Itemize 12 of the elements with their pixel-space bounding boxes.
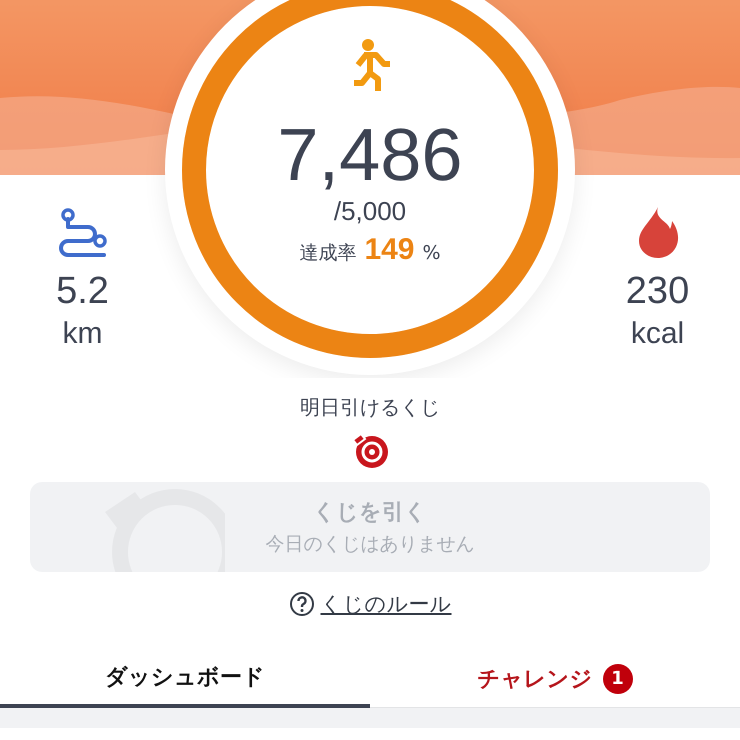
distance-value: 5.2	[56, 269, 109, 313]
step-count: 7,486	[277, 115, 463, 195]
rate-label: 達成率	[299, 241, 356, 266]
calories-value: 230	[626, 269, 690, 313]
calories-unit: kcal	[630, 316, 684, 352]
count-badge: 1	[602, 664, 632, 694]
rate-value: 149	[364, 233, 414, 267]
rate-unit: %	[422, 242, 441, 264]
lottery-caption: 明日引けるくじ	[300, 394, 440, 421]
step-goal: /5,000	[334, 195, 406, 227]
distance-unit: km	[62, 316, 102, 352]
help-icon	[288, 591, 314, 617]
